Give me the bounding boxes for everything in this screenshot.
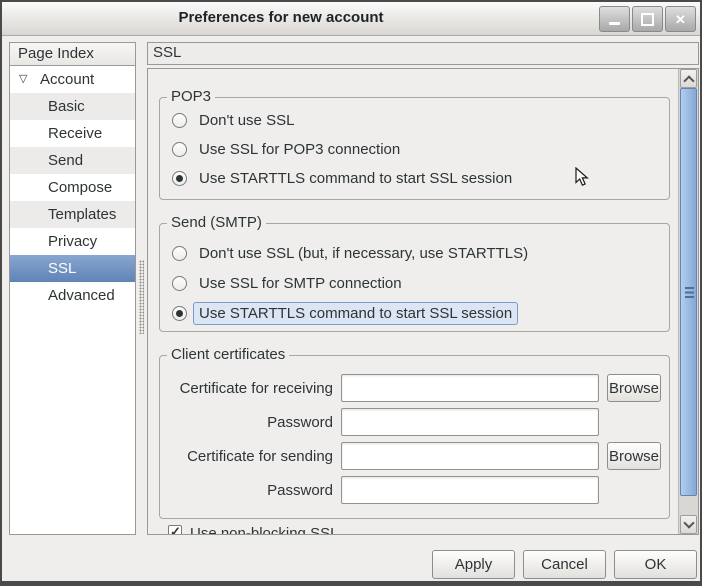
close-button[interactable]: ✕: [665, 6, 696, 32]
cert-row-sending: Certificate for sending Browse: [168, 442, 661, 470]
checkbox-icon: [168, 525, 182, 535]
expander-open-icon[interactable]: ▽: [19, 72, 27, 85]
password-sending-input[interactable]: [341, 476, 599, 504]
scrollbar-grip-icon: [685, 287, 694, 298]
client-certificates-legend: Client certificates: [167, 346, 289, 363]
scrollbar-thumb[interactable]: [680, 88, 697, 496]
radio-option-pop3-starttls[interactable]: Use STARTTLS command to start SSL sessio…: [170, 164, 661, 193]
scroll-up-button[interactable]: [680, 69, 697, 88]
certificate-sending-input[interactable]: [341, 442, 599, 470]
sidebar-item-send[interactable]: Send: [10, 147, 135, 174]
password-sending-label: Password: [168, 482, 341, 499]
page-title: SSL: [147, 42, 699, 65]
sidebar-item-label: Compose: [10, 179, 112, 196]
radio-icon: [172, 306, 187, 321]
chevron-up-icon: [683, 75, 694, 86]
minimize-icon: [609, 22, 620, 25]
minimize-button[interactable]: [599, 6, 630, 32]
radio-label: Use SSL for POP3 connection: [193, 138, 406, 161]
apply-button[interactable]: Apply: [432, 550, 515, 579]
password-receiving-input[interactable]: [341, 408, 599, 436]
sidebar-item-compose[interactable]: Compose: [10, 174, 135, 201]
certificate-receiving-label: Certificate for receiving: [168, 380, 341, 397]
sidebar-item-label: Receive: [10, 125, 102, 142]
radio-option-smtp-use-ssl[interactable]: Use SSL for SMTP connection: [170, 268, 661, 298]
page-index-tree: ▽ Account Basic Receive Send Compose Tem…: [9, 65, 136, 535]
radio-icon: [172, 276, 187, 291]
pop3-group: POP3 Don't use SSL Use SSL for POP3 conn…: [159, 97, 670, 200]
radio-option-pop3-dont-use-ssl[interactable]: Don't use SSL: [170, 106, 661, 135]
radio-icon: [172, 171, 187, 186]
sidebar-item-label: Templates: [10, 206, 116, 223]
pane-splitter-handle[interactable]: [139, 260, 144, 334]
sidebar-item-receive[interactable]: Receive: [10, 120, 135, 147]
scroll-down-button[interactable]: [680, 515, 697, 534]
radio-icon: [172, 142, 187, 157]
certificate-sending-label: Certificate for sending: [168, 448, 341, 465]
sidebar-item-label: Privacy: [10, 233, 97, 250]
checkbox-label: Use non-blocking SSL: [190, 525, 338, 535]
non-blocking-ssl-option[interactable]: Use non-blocking SSL: [168, 525, 338, 535]
titlebar[interactable]: Preferences for new account ✕: [2, 2, 700, 36]
cert-row-sending-password: Password: [168, 476, 661, 504]
sidebar-item-basic[interactable]: Basic: [10, 93, 135, 120]
cert-row-receiving: Certificate for receiving Browse: [168, 374, 661, 402]
browse-sending-button[interactable]: Browse: [607, 442, 661, 470]
radio-label: Don't use SSL (but, if necessary, use ST…: [193, 242, 534, 265]
pop3-group-legend: POP3: [167, 88, 215, 105]
chevron-down-icon: [683, 517, 694, 528]
sidebar-item-label: Basic: [10, 98, 85, 115]
radio-option-smtp-dont-use-ssl[interactable]: Don't use SSL (but, if necessary, use ST…: [170, 238, 661, 268]
close-icon: ✕: [675, 13, 686, 26]
sidebar-item-label: SSL: [10, 260, 76, 277]
radio-icon: [172, 113, 187, 128]
sidebar-item-advanced[interactable]: Advanced: [10, 282, 135, 309]
settings-scroll-area: POP3 Don't use SSL Use SSL for POP3 conn…: [147, 68, 699, 535]
sidebar-item-templates[interactable]: Templates: [10, 201, 135, 228]
radio-option-smtp-starttls[interactable]: Use STARTTLS command to start SSL sessio…: [170, 298, 661, 328]
client-certificates-group: Client certificates Certificate for rece…: [159, 355, 670, 519]
ok-button[interactable]: OK: [614, 550, 697, 579]
radio-icon: [172, 246, 187, 261]
sidebar-item-label: Advanced: [10, 287, 115, 304]
preferences-dialog: Preferences for new account ✕ Page Index…: [0, 0, 702, 586]
vertical-scrollbar[interactable]: [678, 69, 698, 534]
cert-row-receiving-password: Password: [168, 408, 661, 436]
certificate-receiving-input[interactable]: [341, 374, 599, 402]
sidebar-item-ssl[interactable]: SSL: [10, 255, 135, 282]
radio-label: Use STARTTLS command to start SSL sessio…: [193, 302, 518, 325]
radio-option-pop3-use-ssl[interactable]: Use SSL for POP3 connection: [170, 135, 661, 164]
smtp-group-legend: Send (SMTP): [167, 214, 266, 231]
maximize-button[interactable]: [632, 6, 663, 32]
sidebar-item-privacy[interactable]: Privacy: [10, 228, 135, 255]
radio-label: Use STARTTLS command to start SSL sessio…: [193, 167, 518, 190]
window-controls: ✕: [599, 6, 696, 32]
cancel-button[interactable]: Cancel: [523, 550, 606, 579]
radio-label: Don't use SSL: [193, 109, 300, 132]
maximize-icon: [641, 13, 654, 26]
sidebar-item-account[interactable]: ▽ Account: [10, 66, 135, 93]
smtp-group: Send (SMTP) Don't use SSL (but, if neces…: [159, 223, 670, 332]
page-index-header[interactable]: Page Index: [9, 42, 136, 66]
radio-label: Use SSL for SMTP connection: [193, 272, 408, 295]
window-title: Preferences for new account: [2, 9, 560, 26]
browse-receiving-button[interactable]: Browse: [607, 374, 661, 402]
sidebar-item-label: Send: [10, 152, 83, 169]
password-receiving-label: Password: [168, 414, 341, 431]
